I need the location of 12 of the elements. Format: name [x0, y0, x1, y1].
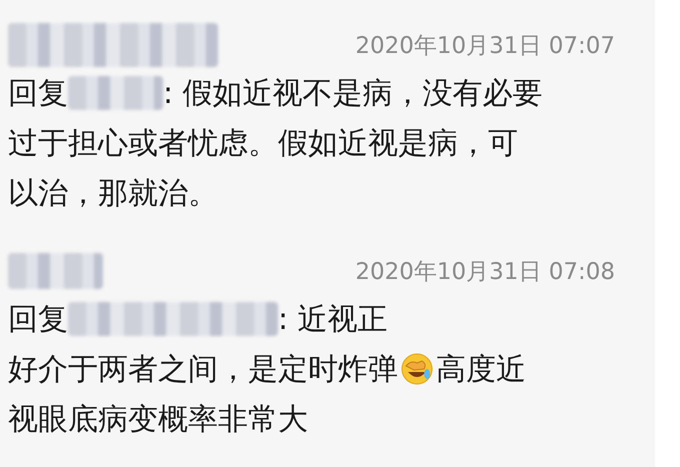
comment-text: 高度近 [436, 350, 526, 388]
comment-text: 以治，那就治。 [8, 174, 218, 212]
comment-time: 2020年10月31日 07:07 [355, 32, 615, 60]
comment-text: 过于担心或者忧虑。假如近视是病，可 [8, 124, 518, 162]
comment-text: 好介于两者之间，是定时炸弹 [8, 350, 398, 388]
comment-text: 视眼底病变概率非常大 [8, 400, 308, 438]
comment-text: : 近视正 [278, 300, 388, 338]
comment-text: : 假如近视不是病，没有必要 [163, 74, 543, 112]
laughing-crying-emoji-icon [400, 352, 434, 386]
comment-text: 回复 [8, 74, 68, 112]
comment-time: 2020年10月31日 07:08 [355, 258, 615, 286]
comment-text: 回复 [8, 300, 68, 338]
